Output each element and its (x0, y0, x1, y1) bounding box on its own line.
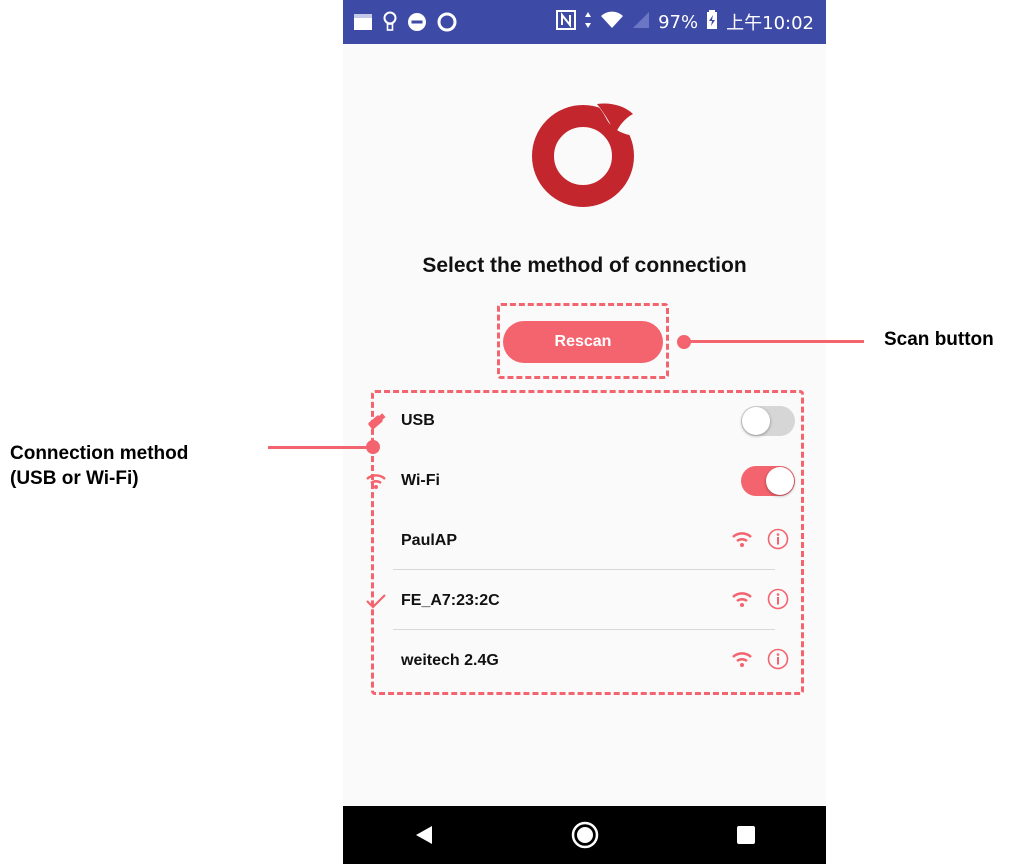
battery-text: 97% (658, 11, 699, 33)
nav-bar (343, 806, 826, 864)
annotation-connection-line2: (USB or Wi-Fi) (10, 468, 139, 489)
connection-method-highlight (371, 390, 804, 695)
window-icon (353, 13, 373, 31)
annotation-line-connection (268, 446, 373, 449)
recents-icon[interactable] (726, 815, 766, 855)
lightbulb-icon (383, 11, 397, 33)
signal-icon (632, 11, 650, 34)
clock-text: 上午10:02 (726, 13, 814, 34)
wifi-icon (600, 10, 624, 35)
do-not-disturb-icon (407, 12, 427, 32)
battery-icon (706, 9, 718, 35)
home-icon[interactable] (565, 815, 605, 855)
page-title: Select the method of connection (422, 254, 747, 277)
app-logo (529, 96, 641, 208)
annotation-scan-button: Scan button (884, 329, 994, 350)
annotation-line-scan (684, 340, 864, 343)
annotation-connection-method: Connection method (USB or Wi-Fi) (10, 441, 188, 491)
status-bar: 97% 上午10:02 (343, 0, 826, 44)
annotation-connection-line1: Connection method (10, 443, 189, 464)
data-arrows-icon (584, 10, 592, 35)
nfc-icon (556, 9, 577, 35)
scan-button-highlight (497, 303, 669, 379)
circle-icon (437, 12, 457, 32)
back-icon[interactable] (404, 815, 444, 855)
